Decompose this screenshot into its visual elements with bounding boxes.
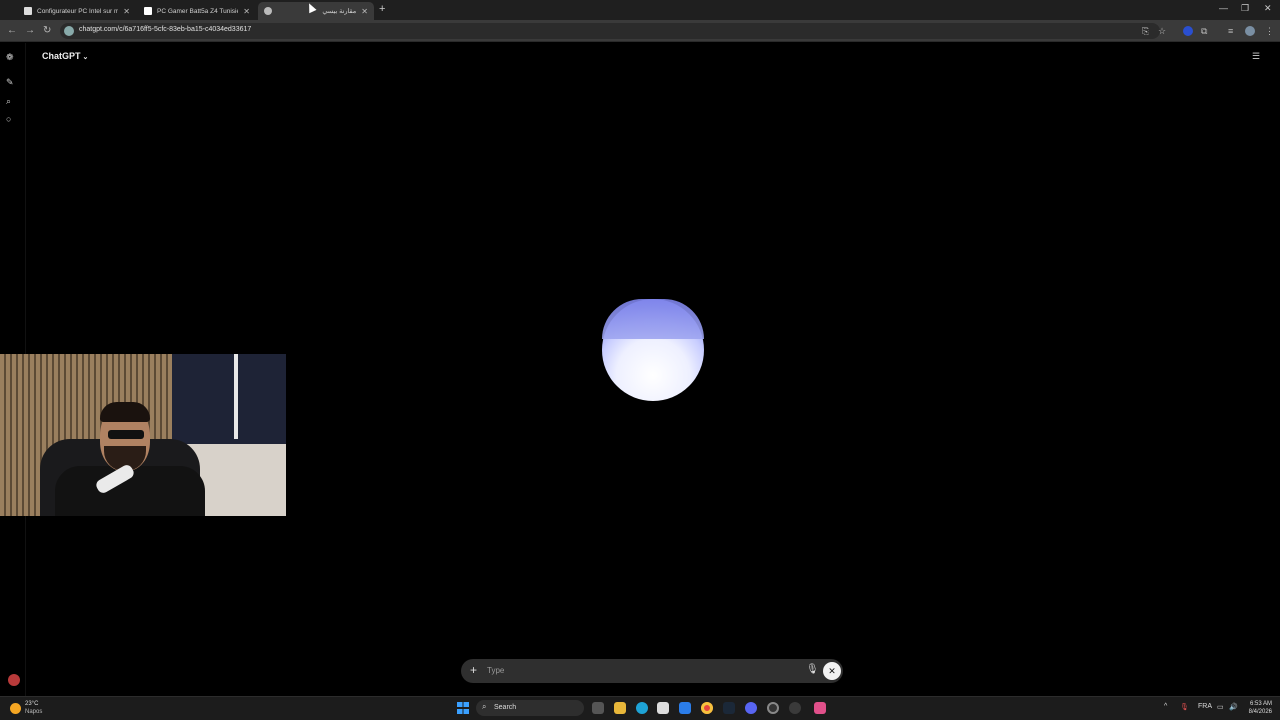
tab-chatgpt[interactable]: مقارنة بيسي ✕ bbox=[258, 2, 374, 20]
add-attachment-icon[interactable]: + bbox=[470, 663, 477, 677]
close-tab-icon[interactable]: ✕ bbox=[361, 7, 368, 16]
address-bar[interactable]: chatgpt.com/c/6a716ff5-5cfc-83eb-ba15-c4… bbox=[60, 23, 1160, 39]
app-icon[interactable] bbox=[789, 702, 801, 714]
webcam-overlay bbox=[0, 354, 286, 516]
site-info-icon[interactable] bbox=[64, 26, 74, 36]
new-tab-plus-icon[interactable]: + bbox=[379, 3, 385, 15]
edge-icon[interactable] bbox=[636, 702, 648, 714]
search-icon: ⌕ bbox=[482, 702, 487, 711]
app-icon[interactable] bbox=[814, 702, 826, 714]
file-explorer-icon[interactable] bbox=[614, 702, 626, 714]
bookmark-star-icon[interactable]: ☆ bbox=[1158, 26, 1166, 37]
person-hair bbox=[100, 402, 150, 422]
app-icon[interactable] bbox=[767, 702, 779, 714]
chatgpt-favicon-icon bbox=[264, 7, 272, 15]
close-tab-icon[interactable]: ✕ bbox=[123, 7, 130, 16]
sun-icon bbox=[10, 703, 21, 714]
search-icon[interactable]: ⌕ bbox=[6, 96, 11, 107]
model-selector[interactable]: ChatGPT ⌄ bbox=[42, 51, 88, 61]
mail-icon[interactable] bbox=[679, 702, 691, 714]
voice-mode-orb bbox=[602, 299, 704, 401]
close-tab-icon[interactable]: ✕ bbox=[243, 7, 250, 16]
clock[interactable]: 6:53 AM 8/4/2026 bbox=[1240, 700, 1272, 716]
tab-title: PC Gamer Batt5a Z4 Tunisie - bbox=[157, 7, 239, 15]
tab-pc-gamer[interactable]: PC Gamer Batt5a Z4 Tunisie - ✕ bbox=[138, 2, 256, 20]
chevron-up-icon[interactable]: ^ bbox=[1164, 703, 1167, 710]
window bbox=[172, 354, 286, 444]
extensions-puzzle-icon[interactable]: ⧉ bbox=[1201, 26, 1207, 37]
steam-icon[interactable] bbox=[723, 702, 735, 714]
media-controls-icon[interactable]: ≡ bbox=[1228, 26, 1233, 36]
start-button-icon[interactable] bbox=[457, 702, 469, 714]
chevron-down-icon: ⌄ bbox=[82, 54, 89, 61]
favicon-icon bbox=[144, 7, 152, 15]
date: 8/4/2026 bbox=[1248, 709, 1272, 715]
sliders-icon[interactable]: ☰ bbox=[1252, 51, 1260, 62]
time: 6:53 AM bbox=[1249, 701, 1272, 707]
microphone-icon[interactable]: 🎙 bbox=[806, 664, 819, 675]
discord-icon[interactable] bbox=[745, 702, 757, 714]
profile-avatar[interactable] bbox=[1245, 26, 1255, 36]
microphone-tray-icon[interactable]: 🎙 bbox=[1180, 703, 1189, 711]
weather-city: Napos bbox=[25, 709, 43, 715]
forward-arrow-icon[interactable]: → bbox=[25, 25, 35, 36]
network-icon[interactable]: ▭ bbox=[1217, 703, 1224, 711]
chat-bubble-icon[interactable]: ○ bbox=[6, 114, 11, 124]
openai-logo-icon[interactable]: ❁ bbox=[6, 52, 14, 63]
more-menu-icon[interactable]: ⋮ bbox=[1265, 26, 1274, 37]
window-frame bbox=[234, 354, 238, 439]
restore-icon[interactable]: ❐ bbox=[1241, 3, 1249, 14]
sunglasses bbox=[108, 430, 144, 439]
store-icon[interactable] bbox=[657, 702, 669, 714]
search-label: Search bbox=[494, 704, 517, 711]
language-indicator[interactable]: FRA bbox=[1198, 703, 1212, 710]
favicon-icon bbox=[24, 7, 32, 15]
translate-icon[interactable]: ⎘ bbox=[1142, 26, 1149, 37]
volume-icon[interactable]: 🔊 bbox=[1229, 703, 1238, 711]
minimize-icon[interactable]: — bbox=[1219, 3, 1228, 13]
extension-icon[interactable] bbox=[1183, 26, 1193, 36]
chrome-icon[interactable] bbox=[701, 702, 713, 714]
close-window-icon[interactable]: ✕ bbox=[1264, 3, 1272, 14]
tab-title: مقارنة بيسي bbox=[322, 8, 357, 15]
end-voice-button[interactable]: ✕ bbox=[823, 662, 841, 680]
composer-input[interactable]: Type bbox=[487, 666, 504, 675]
weather-temp: 23°C bbox=[25, 701, 39, 707]
taskbar-search[interactable]: ⌕ Search bbox=[476, 700, 584, 716]
tab-title: Configurateur PC Intel sur mesure bbox=[37, 7, 119, 15]
brand-name: ChatGPT bbox=[42, 51, 81, 61]
back-arrow-icon[interactable]: ← bbox=[7, 25, 17, 36]
task-view-icon[interactable] bbox=[592, 702, 604, 714]
reload-icon[interactable]: ↻ bbox=[43, 25, 51, 36]
composer-bar[interactable]: + Type 🎙 ✕ bbox=[461, 659, 843, 683]
notification-badge[interactable] bbox=[8, 674, 20, 686]
new-chat-icon[interactable]: ✎ bbox=[6, 77, 14, 88]
url-text: chatgpt.com/c/6a716ff5-5cfc-83eb-ba15-c4… bbox=[79, 26, 252, 33]
tab-configurateur[interactable]: Configurateur PC Intel sur mesure ✕ bbox=[18, 2, 136, 20]
